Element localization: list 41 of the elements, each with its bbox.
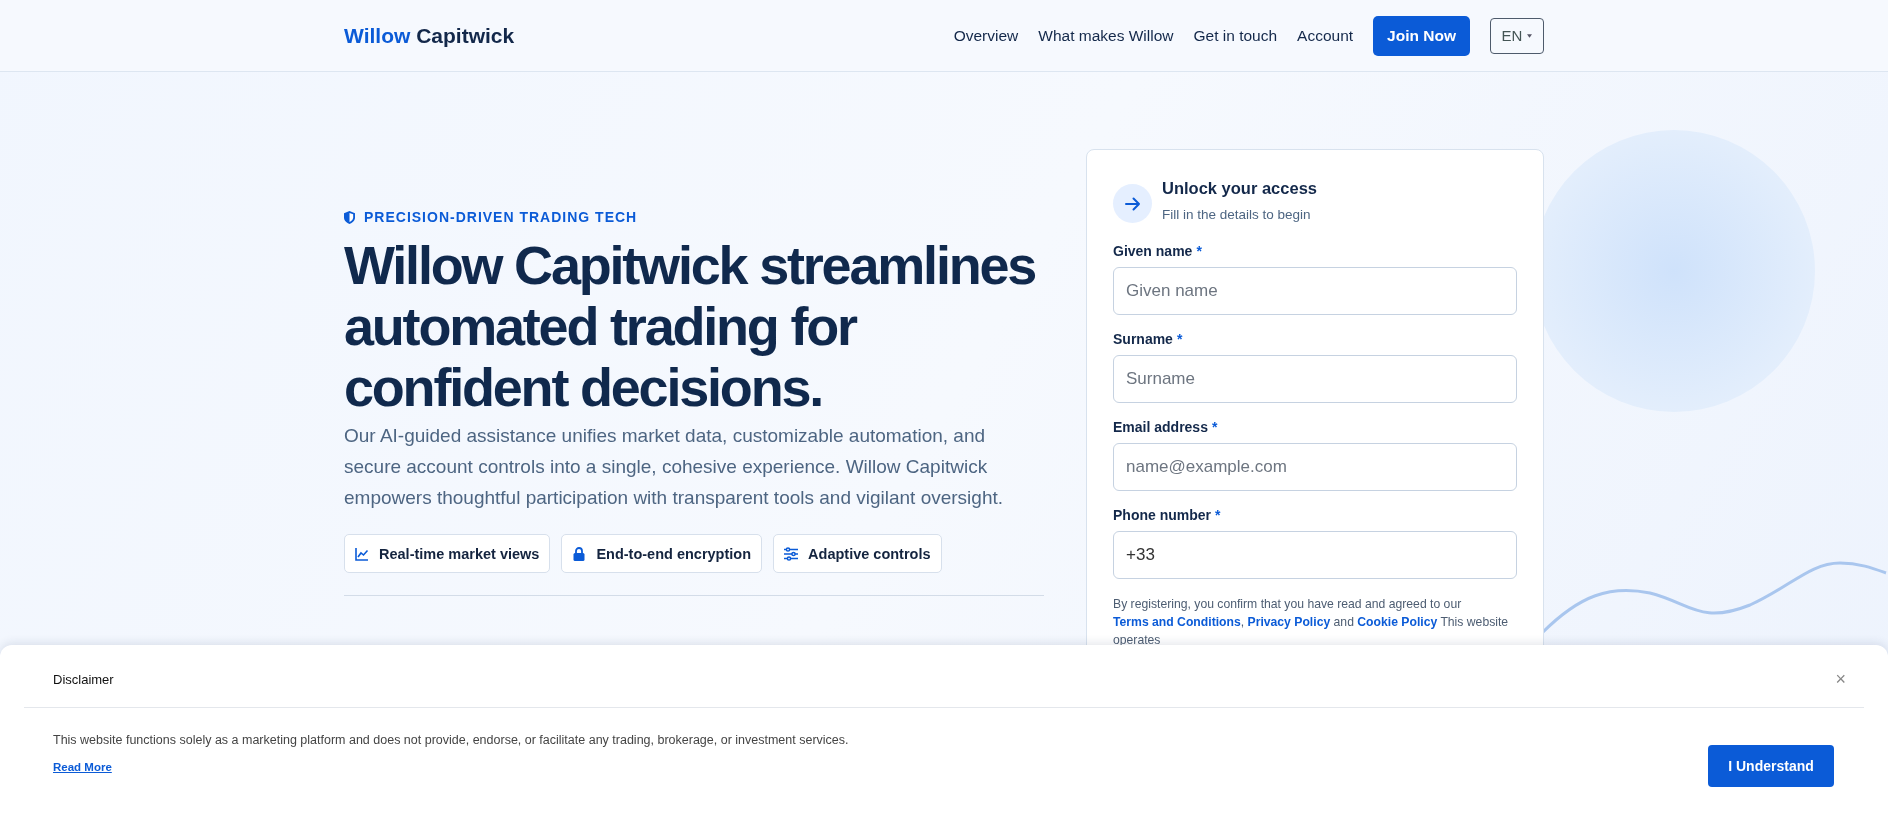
join-button[interactable]: Join Now: [1373, 15, 1470, 56]
policy-link[interactable]: Privacy Policy: [1247, 615, 1331, 629]
feature-label: End-to-end encryption: [596, 545, 752, 562]
eyebrow-text: PRECISION-DRIVEN TRADING TECH: [364, 209, 638, 225]
nav-link[interactable]: What makes Willow: [1038, 26, 1174, 45]
lock-icon: [572, 546, 587, 561]
input-field[interactable]: name@example.com: [1113, 443, 1517, 491]
logo[interactable]: Willow Capitwick: [344, 23, 515, 48]
read-more-link[interactable]: Read More: [53, 761, 112, 773]
required-mark: *: [1176, 331, 1183, 347]
field-label: Phone number: [1113, 507, 1211, 523]
sliders-icon: [784, 546, 799, 561]
required-mark: *: [1196, 243, 1202, 259]
policy-link[interactable]: Cookie Policy: [1357, 615, 1438, 629]
feature-label: Real-time market views: [379, 545, 540, 562]
input-field[interactable]: +33: [1113, 531, 1517, 579]
consent-text: By registering, you confirm that you have read and agreed to our Terms and Conditions, Privacy Policy and Cookie Policy This website operates: [1113, 596, 1510, 649]
form-subtitle: Fill in the details to begin: [1162, 207, 1312, 222]
policy-link[interactable]: Terms and Conditions: [1113, 615, 1241, 629]
disclaimer-text: This website functions solely as a marketing platform and does not provide, endorse, or facilitate any trading, brokerage, or investment services.: [53, 733, 849, 747]
headline: Willow Capitwick streamlines automated trading for confident decisions.: [344, 235, 1037, 418]
shield-icon: [344, 210, 355, 224]
input-field[interactable]: Surname: [1113, 355, 1517, 403]
field-label: Given name: [1113, 243, 1193, 259]
description: Our AI-guided assistance unifies market data, customizable automation, and secure account controls into a single, cohesive experience. Willow Capitwick empowers thoughtful participation with transparent tools and vigilant oversight.: [344, 424, 1004, 510]
disclaimer-title: Disclaimer: [53, 671, 114, 687]
understand-button[interactable]: I Understand: [1708, 745, 1834, 787]
required-mark: *: [1215, 507, 1221, 523]
nav-link[interactable]: Account: [1297, 26, 1354, 45]
nav-link[interactable]: Get in touch: [1193, 26, 1278, 45]
caret-icon: [1527, 33, 1533, 38]
language-dropdown[interactable]: EN: [1490, 17, 1544, 54]
nav-link[interactable]: Overview: [953, 26, 1019, 45]
form-title: Unlock your access: [1162, 179, 1317, 198]
required-mark: *: [1211, 419, 1218, 435]
field-label: Email address: [1113, 419, 1208, 435]
field-label: Surname: [1113, 331, 1173, 347]
line-chart-icon: [355, 546, 369, 561]
input-field[interactable]: Given name: [1113, 267, 1517, 315]
close-button[interactable]: ×: [1831, 668, 1850, 690]
feature-label: Adaptive controls: [808, 545, 931, 562]
